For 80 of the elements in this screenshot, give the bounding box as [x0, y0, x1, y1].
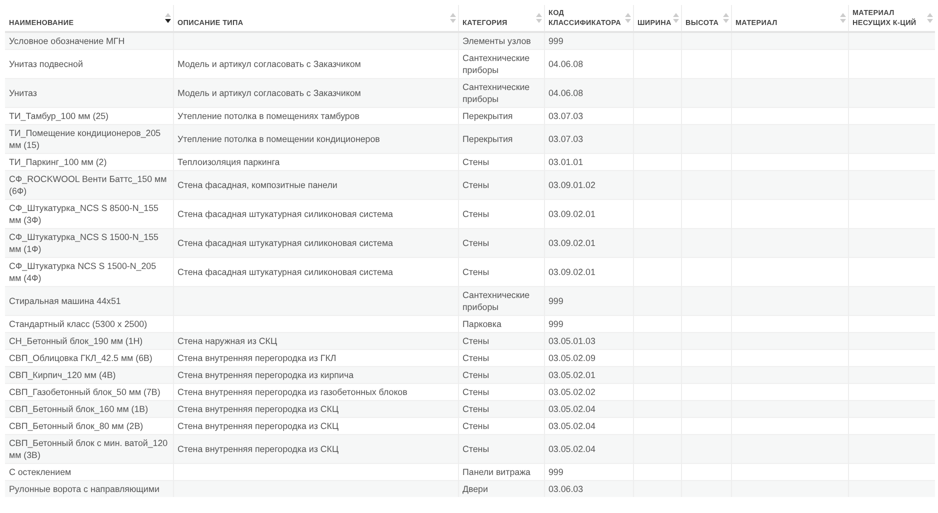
table-cell-text: Модель и артикул согласовать с Заказчиком [178, 87, 362, 99]
table-cell-text: Стены [462, 386, 490, 398]
table-cell-text: 03.09.01.02 [548, 179, 596, 191]
table-cell-text: Стены [462, 403, 490, 415]
table-cell-text: 03.06.03 [548, 483, 584, 495]
table-cell-text: 03.05.01.03 [548, 335, 596, 347]
table-cell-text: СФ_Штукатурка_NCS S 8500-N_155 мм (3Ф) [9, 202, 160, 226]
table-cell-text: Стены [462, 443, 490, 455]
table-cell-text: Стена внутренняя перегородка из СКЦ [178, 443, 340, 455]
table-cell-text: Перекрытия [462, 110, 514, 122]
table-cell-text: Элементы узлов [462, 35, 532, 47]
sort-icon[interactable] [164, 13, 170, 23]
table-cell-text: Стена фасадная штукатурная силиконовая система [178, 237, 394, 249]
table-cell-text: СН_Бетонный блок_190 мм (1Н) [9, 335, 144, 347]
table-cell-text: 999 [548, 295, 564, 307]
table-cell-text: ТИ_Паркинг_100 мм (2) [9, 156, 108, 168]
table-cell-text: Стена внутренняя перегородка из кирпича [178, 369, 355, 381]
table-cell-text: 03.05.02.02 [548, 386, 596, 398]
table-cell-text: Стена фасадная, композитные панели [178, 179, 338, 191]
table-cell-text: Парковка [462, 318, 502, 330]
table-cell: СВП_Бетонный блок с мин. ватой_120 мм (3В) [9, 437, 168, 461]
table-cell-text: Сантехнические приборы [462, 289, 531, 313]
table-cell-text: Унитаз подвесной [9, 58, 84, 70]
table-cell-text: 03.05.02.04 [548, 403, 596, 415]
table-cell-text: Стены [462, 352, 490, 364]
table-cell-text: 03.07.03 [548, 133, 584, 145]
table-cell-text: Стены [462, 420, 490, 432]
table-cell-text: 999 [548, 35, 564, 47]
table-cell-text: Стены [462, 156, 490, 168]
table-cell-text: ТИ_Тамбур_100 мм (25) [9, 110, 110, 122]
table-cell-text: Стены [462, 237, 490, 249]
table-cell-text: 03.09.02.01 [548, 237, 596, 249]
table-cell-text: Стены [462, 335, 490, 347]
table-cell-text: 03.07.03 [548, 110, 584, 122]
table-cell-text: 03.05.02.04 [548, 443, 596, 455]
table-cell-text: СВП_Газобетонный блок_50 мм (7В) [9, 386, 162, 398]
table-cell-text: Стена внутренняя перегородка из СКЦ [178, 420, 340, 432]
table-cell-text: Унитаз [9, 87, 38, 99]
table-cell-text: Стена фасадная штукатурная силиконовая система [178, 208, 394, 220]
table-cell-text: СФ_Штукатурка NCS S 1500-N_205 мм (4Ф) [9, 260, 158, 284]
table-cell-text: Стена внутренняя перегородка из СКЦ [178, 403, 340, 415]
table-cell-text: Стена наружная из СКЦ [178, 335, 278, 347]
table-cell-text: Утепление потолка в помещении кондиционеров [178, 133, 381, 145]
table-cell-text: Сантехнические приборы [462, 81, 531, 105]
table-cell-text: Стена внутренняя перегородка из газобетонных блоков [178, 386, 408, 398]
table-cell-text: СФ_ROCKWOOL Венти Баттс_150 мм (6Ф) [9, 173, 168, 197]
table-cell-text: Условное обозначение МГН [9, 35, 126, 47]
table-cell-text: Стены [462, 369, 490, 381]
table-cell-text: 03.01.01 [548, 156, 584, 168]
table-cell-text: 03.09.02.01 [548, 266, 596, 278]
table-cell-text: Стены [462, 208, 490, 220]
table-cell-text: Стена фасадная штукатурная силиконовая система [178, 266, 394, 278]
table-cell-text: ТИ_Помещение кондиционеров_205 мм (15) [9, 127, 162, 151]
table-cell-text: Перекрытия [462, 133, 514, 145]
table-cell-text: Стандартный класс (5300 x 2500) [9, 318, 148, 330]
table-cell-text: Стены [462, 179, 490, 191]
table-cell-text: Модель и артикул согласовать с Заказчиком [178, 58, 362, 70]
table-cell-text: 04.06.08 [548, 58, 584, 70]
table-cell-text: 03.05.02.01 [548, 369, 596, 381]
table-cell-text: Рулонные ворота с направляющими [9, 483, 160, 495]
table-cell-text: 04.06.08 [548, 87, 584, 99]
table-cell-text: СВП_Бетонный блок_160 мм (1В) [9, 403, 150, 415]
table-cell-text: 03.05.02.04 [548, 420, 596, 432]
table-cell-text: Двери [462, 483, 489, 495]
table-cell-text: СВП_Бетонный блок_80 мм (2В) [9, 420, 144, 432]
table-cell-text: Панели витража [462, 466, 532, 478]
table-cell-text: Утепление потолка в помещениях тамбуров [178, 110, 361, 122]
table-cell-text: СВП_Кирпич_120 мм (4В) [9, 369, 117, 381]
table-cell-text: Стена внутренняя перегородка из ГКЛ [178, 352, 338, 364]
table-cell-text: Стиральная машина 44x51 [9, 295, 122, 307]
table-cell-text: Сантехнические приборы [462, 52, 531, 76]
table-cell-text: 999 [548, 466, 564, 478]
table-cell-text: 03.09.02.01 [548, 208, 596, 220]
table-cell-text: С остеклением [9, 466, 72, 478]
table-cell-text: Теплоизоляция паркинга [178, 156, 281, 168]
table-cell-text: СФ_Штукатурка_NCS S 1500-N_155 мм (1Ф) [9, 231, 160, 255]
table-cell-text: 03.05.02.09 [548, 352, 596, 364]
table-cell-text: 999 [548, 318, 564, 330]
table-cell-text: СВП_Облицовка ГКЛ_42.5 мм (6В) [9, 352, 154, 364]
table-cell-text: Стены [462, 266, 490, 278]
